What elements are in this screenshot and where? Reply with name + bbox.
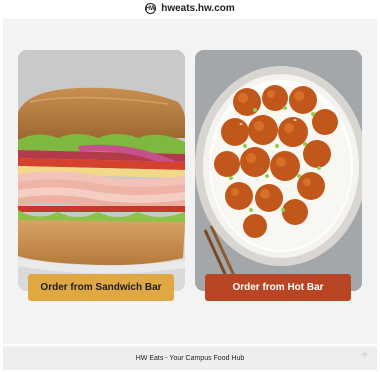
main-content: Order from Sandwich Bar Order from Hot B… [3,19,377,344]
orange-chicken-rice-image [195,50,362,291]
hot-bar-card[interactable] [195,50,362,291]
site-domain: hweats.hw.com [161,3,235,14]
order-sandwich-bar-button[interactable]: Order from Sandwich Bar [28,274,174,301]
sandwich-bar-card[interactable] [18,50,185,291]
footer-text: HW Eats - Your Campus Food Hub [135,354,245,362]
sparkle-icon: ✦ [359,347,370,362]
page: HW hweats.hw.com Order from Sandwich Bar… [0,0,380,372]
order-hot-bar-button[interactable]: Order from Hot Bar [205,274,351,301]
hw-logo-icon: HW [145,3,157,14]
sandwich-image [18,50,185,291]
url-bar: HW hweats.hw.com [0,0,380,17]
footer: HW Eats - Your Campus Food Hub [3,346,377,370]
